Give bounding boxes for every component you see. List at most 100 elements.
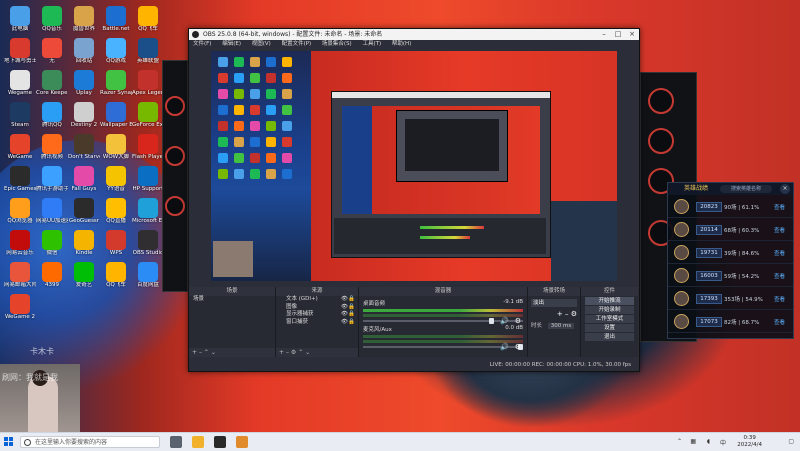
desktop-icon[interactable]: 回收站 bbox=[68, 38, 100, 65]
desktop-icon[interactable]: Core Keeper D... bbox=[36, 70, 68, 97]
volume-slider[interactable] bbox=[363, 344, 523, 350]
eye-icon[interactable]: 👁 bbox=[341, 296, 348, 304]
hero-search-input[interactable]: 搜索英雄名称 bbox=[720, 185, 772, 193]
desktop-icon[interactable]: 腾讯QQ bbox=[36, 102, 68, 129]
desktop-icon[interactable]: 4399 bbox=[36, 262, 68, 289]
add-icon[interactable]: + bbox=[557, 310, 563, 318]
lock-icon[interactable]: 🔒 bbox=[348, 311, 355, 319]
desktop-icon[interactable]: Steam bbox=[4, 102, 36, 129]
start-recording-button[interactable]: 开始录制 bbox=[585, 306, 634, 314]
tray-chevron-icon[interactable]: ⌃ bbox=[677, 438, 682, 445]
volume-slider[interactable] bbox=[363, 318, 523, 324]
hero-stats-panel[interactable]: 英雄战绩 搜索英雄名称 × 20823 90场 | 61.1% 查看 20114 68场… bbox=[667, 182, 794, 339]
desktop-icon[interactable]: 魔兽世界 bbox=[68, 6, 100, 33]
desktop-icon[interactable]: Microsoft Edge bbox=[132, 198, 164, 225]
hero-view-button[interactable]: 查看 bbox=[774, 318, 785, 326]
desktop-icon[interactable]: Apex Legends bbox=[132, 70, 164, 97]
desktop-icon[interactable]: QQ直播 bbox=[100, 198, 132, 225]
hero-row[interactable]: 17073 82场 | 68.7% 查看 bbox=[668, 310, 793, 333]
lock-icon[interactable]: 🔒 bbox=[348, 296, 355, 304]
desktop-icon[interactable]: 地下城与勇士 bbox=[4, 38, 36, 65]
desktop-icon[interactable]: Flash Player bbox=[132, 134, 164, 161]
up-icon[interactable]: ⌃ bbox=[204, 349, 209, 356]
desktop-icon[interactable]: 网易邮箱大师 bbox=[4, 262, 36, 289]
eye-icon[interactable]: 👁 bbox=[341, 304, 348, 312]
exit-button[interactable]: 退出 bbox=[585, 333, 634, 341]
desktop-icon[interactable]: Uplay bbox=[68, 70, 100, 97]
eye-icon[interactable]: 👁 bbox=[341, 311, 348, 319]
remove-icon[interactable]: – bbox=[286, 349, 289, 356]
desktop-icon[interactable]: WeGame bbox=[4, 134, 36, 161]
transition-select[interactable]: 淡出 bbox=[531, 299, 577, 307]
desktop-icon[interactable]: 无 bbox=[36, 38, 68, 65]
speaker-icon[interactable]: 🔊 bbox=[500, 317, 509, 325]
slider-handle[interactable] bbox=[489, 318, 494, 324]
start-streaming-button[interactable]: 开始推流 bbox=[585, 297, 634, 305]
up-icon[interactable]: ⌃ bbox=[298, 349, 303, 356]
close-icon[interactable]: × bbox=[625, 29, 639, 40]
task-view-icon[interactable] bbox=[170, 436, 182, 448]
remove-icon[interactable]: – bbox=[565, 310, 569, 318]
desktop-icon[interactable]: GeoGuessr bbox=[68, 198, 100, 225]
desktop-icon[interactable]: Battle.net bbox=[100, 6, 132, 33]
desktop-icon[interactable]: QQ浏览器 bbox=[4, 198, 36, 225]
obs-preview-canvas[interactable] bbox=[211, 51, 617, 281]
desktop-icon[interactable]: Wallpaper Engine bbox=[100, 102, 132, 129]
desktop-icon[interactable]: 英雄联盟 bbox=[132, 38, 164, 65]
hero-view-button[interactable]: 查看 bbox=[774, 272, 785, 280]
desktop-icon[interactable]: 网易云音乐 bbox=[4, 230, 36, 257]
maximize-icon[interactable]: □ bbox=[611, 29, 625, 40]
settings-button[interactable]: 设置 bbox=[585, 324, 634, 332]
side-knob[interactable] bbox=[165, 196, 185, 216]
desktop-icon[interactable]: 网易UU加速器 bbox=[36, 198, 68, 225]
volume-knob[interactable] bbox=[648, 128, 674, 154]
input-language[interactable]: 中 bbox=[720, 438, 726, 447]
minimize-icon[interactable]: – bbox=[597, 29, 611, 40]
down-icon[interactable]: ⌄ bbox=[211, 349, 216, 356]
desktop-icon[interactable]: QQ飞车 bbox=[100, 262, 132, 289]
menu-file[interactable]: 文件(F) bbox=[193, 41, 211, 47]
hero-view-button[interactable]: 查看 bbox=[774, 203, 785, 211]
down-icon[interactable]: ⌄ bbox=[305, 349, 310, 356]
source-item[interactable]: 窗口捕获 👁 🔒 bbox=[276, 319, 358, 327]
desktop-icon[interactable]: GeForce Experience bbox=[132, 102, 164, 129]
speaker-icon[interactable]: 🔊 bbox=[500, 343, 509, 351]
duration-input[interactable]: 300 ms bbox=[547, 323, 575, 329]
desktop-icon[interactable]: Epic Games bbox=[4, 166, 36, 193]
hero-view-button[interactable]: 查看 bbox=[774, 295, 785, 303]
source-item[interactable]: 文本 (GDI+) 👁 🔒 bbox=[276, 296, 358, 304]
hero-row[interactable]: 16003 59场 | 54.2% 查看 bbox=[668, 264, 793, 287]
desktop-icon[interactable]: Kindle bbox=[68, 230, 100, 257]
side-knob[interactable] bbox=[165, 146, 185, 166]
desktop-icon[interactable]: QQ游戏 bbox=[100, 38, 132, 65]
volume-icon[interactable]: ◖ bbox=[707, 438, 710, 445]
eye-icon[interactable]: 👁 bbox=[341, 319, 348, 327]
menu-view[interactable]: 视图(V) bbox=[252, 41, 271, 47]
desktop-icon[interactable]: Fall Guys bbox=[68, 166, 100, 193]
hero-row[interactable]: 20114 68场 | 60.3% 查看 bbox=[668, 218, 793, 241]
desktop-icon[interactable]: YY语音 bbox=[100, 166, 132, 193]
scene-item[interactable]: 场景 bbox=[189, 296, 275, 304]
gear-icon[interactable]: ⚙ bbox=[515, 343, 521, 351]
studio-mode-button[interactable]: 工作室模式 bbox=[585, 315, 634, 323]
desktop-icon[interactable]: OBS Studio bbox=[132, 230, 164, 257]
wegame-icon[interactable] bbox=[236, 436, 248, 448]
desktop-icon[interactable]: 腾讯手游助手 bbox=[36, 166, 68, 193]
menu-edit[interactable]: 编辑(E) bbox=[222, 41, 241, 47]
hero-row[interactable]: 19731 39场 | 84.6% 查看 bbox=[668, 241, 793, 264]
desktop-icon[interactable]: Wegame bbox=[4, 70, 36, 97]
gear-icon[interactable]: ⚙ bbox=[291, 349, 296, 356]
obs-window[interactable]: OBS 25.0.8 (64-bit, windows) - 配置文件: 未命名… bbox=[188, 28, 640, 372]
desktop-icon[interactable]: HP Support bbox=[132, 166, 164, 193]
desktop-icon[interactable]: 此电脑 bbox=[4, 6, 36, 33]
menu-help[interactable]: 帮助(H) bbox=[392, 41, 411, 47]
source-item[interactable]: 显示器捕获 👁 🔒 bbox=[276, 311, 358, 319]
desktop-icon[interactable]: 腾讯视频 bbox=[36, 134, 68, 161]
desktop-icon[interactable]: WPS bbox=[100, 230, 132, 257]
menu-profile[interactable]: 配置文件(P) bbox=[282, 41, 312, 47]
obs-title-bar[interactable]: OBS 25.0.8 (64-bit, windows) - 配置文件: 未命名… bbox=[189, 29, 639, 40]
desktop-icon[interactable]: 微信 bbox=[36, 230, 68, 257]
desktop-icon[interactable]: 爱奇艺 bbox=[68, 262, 100, 289]
lock-icon[interactable]: 🔒 bbox=[348, 304, 355, 312]
lock-icon[interactable]: 🔒 bbox=[348, 319, 355, 327]
